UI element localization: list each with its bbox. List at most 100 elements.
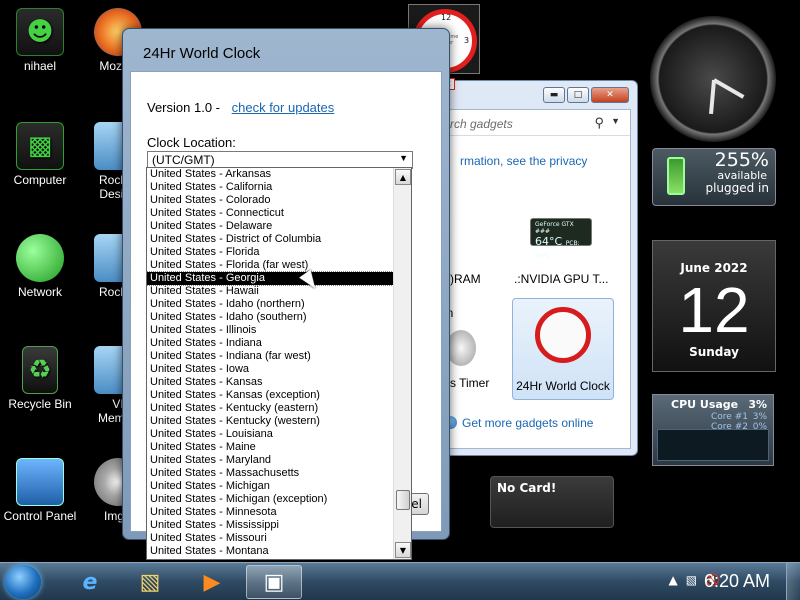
- gpu-temp: 64°C: [535, 235, 563, 248]
- gadget-label-world-clock: 24Hr World Clock: [516, 379, 610, 393]
- analog-clock-gadget[interactable]: [650, 16, 776, 142]
- search-placeholder: rch gadgets: [450, 117, 513, 131]
- chevron-down-icon[interactable]: ▼: [399, 153, 408, 163]
- battery-status-2: plugged in: [705, 181, 769, 195]
- desktop-icon-control-panel[interactable]: Control Panel: [0, 458, 80, 523]
- calendar-month: June 2022: [680, 261, 748, 275]
- dropdown-option[interactable]: United States - Indiana: [147, 337, 411, 350]
- close-button[interactable]: ✕: [591, 87, 629, 103]
- show-desktop-button[interactable]: [786, 563, 800, 600]
- core1-value: 3%: [752, 412, 767, 422]
- location-dropdown-list[interactable]: United States - Arkansas United States - …: [146, 167, 412, 560]
- dropdown-option[interactable]: United States - Michigan: [147, 480, 411, 493]
- dropdown-option[interactable]: United States - District of Columbia: [147, 233, 411, 246]
- gadget-label-ram[interactable]: r)RAM: [446, 272, 481, 286]
- scroll-down-button[interactable]: ▼: [395, 542, 411, 558]
- cpu-usage-gadget[interactable]: CPU Usage 3% Core #1 3% Core #2 0%: [652, 394, 774, 466]
- show-hidden-icons-icon[interactable]: ▲: [668, 573, 677, 587]
- clock-icon: [535, 307, 591, 363]
- privacy-link[interactable]: rmation, see the privacy: [460, 154, 587, 168]
- dropdown-option[interactable]: United States - California: [147, 181, 411, 194]
- user-folder-icon: ☻: [16, 8, 64, 56]
- dropdown-option[interactable]: United States - Iowa: [147, 363, 411, 376]
- gadget-card-24hr-world-clock[interactable]: 24Hr World Clock: [512, 298, 614, 400]
- recycle-bin-icon: ♻: [22, 346, 58, 394]
- network-tray-icon[interactable]: ▧: [686, 573, 697, 587]
- dropdown-items: United States - Arkansas United States - …: [147, 168, 411, 558]
- start-button[interactable]: [5, 565, 41, 599]
- dropdown-option[interactable]: United States - Indiana (far west): [147, 350, 411, 363]
- search-icon[interactable]: ⚲: [594, 115, 604, 131]
- gadgets-icon: ▣: [263, 569, 285, 595]
- dropdown-option[interactable]: United States - Kentucky (western): [147, 415, 411, 428]
- dropdown-option[interactable]: United States - Idaho (northern): [147, 298, 411, 311]
- dropdown-option[interactable]: United States - Arkansas: [147, 168, 411, 181]
- dropdown-option[interactable]: United States - Montana: [147, 545, 411, 558]
- dropdown-option[interactable]: United States - Minnesota: [147, 506, 411, 519]
- dropdown-option[interactable]: United States - Georgia: [147, 271, 411, 286]
- taskbar-explorer-button[interactable]: ▧: [122, 565, 178, 599]
- nvidia-gadget[interactable]: No Card!: [490, 476, 614, 528]
- clock-number: 12: [441, 13, 452, 22]
- dropdown-option[interactable]: United States - Louisiana: [147, 428, 411, 441]
- scroll-up-button[interactable]: ▲: [395, 169, 411, 185]
- dropdown-option[interactable]: United States - Illinois: [147, 324, 411, 337]
- dropdown-scrollbar[interactable]: ▲ ▼: [393, 168, 411, 559]
- battery-percent: 255%: [714, 149, 769, 171]
- dropdown-option[interactable]: United States - Hawaii: [147, 285, 411, 298]
- clock-number: 3: [464, 36, 470, 45]
- dropdown-option[interactable]: United States - Delaware: [147, 220, 411, 233]
- dropdown-option[interactable]: United States - Maryland: [147, 454, 411, 467]
- dropdown-option[interactable]: United States - Mississippi: [147, 519, 411, 532]
- dropdown-option[interactable]: United States - Florida: [147, 246, 411, 259]
- nvidia-status: No Card!: [497, 481, 557, 495]
- gadget-gallery-window[interactable]: ▬ □ ✕ rch gadgets ⚲ ▼ rmation, see the p…: [432, 80, 638, 456]
- battery-icon: [667, 157, 685, 195]
- taskbar-clock[interactable]: 6:20 AM: [704, 571, 770, 592]
- cpu-total: 3%: [748, 398, 767, 411]
- get-more-gadgets-link[interactable]: Get more gadgets online: [443, 416, 593, 430]
- taskbar-gadgets-button[interactable]: ▣: [246, 565, 302, 599]
- calendar-weekday: Sunday: [689, 345, 739, 359]
- select-value: (UTC/GMT): [152, 153, 215, 167]
- dropdown-option[interactable]: United States - Kansas (exception): [147, 389, 411, 402]
- search-gadgets-input[interactable]: rch gadgets ⚲ ▼: [440, 110, 630, 136]
- internet-explorer-icon: e: [82, 569, 98, 595]
- dropdown-option[interactable]: United States - Massachusetts: [147, 467, 411, 480]
- core1-label: Core #1: [711, 412, 748, 422]
- desktop-icon-network[interactable]: Network: [0, 234, 80, 299]
- calendar-gadget[interactable]: June 2022 12 Sunday: [652, 240, 776, 372]
- desktop-icon-label: Control Panel: [3, 509, 77, 523]
- taskbar-ie-button[interactable]: e: [62, 565, 118, 599]
- dropdown-option[interactable]: United States - Connecticut: [147, 207, 411, 220]
- version-text: Version 1.0 -: [147, 100, 220, 115]
- desktop-icon-computer[interactable]: ▩ Computer: [0, 122, 80, 187]
- scroll-thumb[interactable]: [396, 490, 410, 510]
- chevron-down-icon[interactable]: ▼: [611, 116, 620, 126]
- desktop-icon-recycle-bin[interactable]: ♻ Recycle Bin: [0, 346, 80, 411]
- check-for-updates-link[interactable]: check for updates: [232, 100, 335, 115]
- taskbar-media-player-button[interactable]: ▶: [184, 565, 240, 599]
- gadget-label-nvidia[interactable]: .:NVIDIA GPU T...: [514, 272, 608, 286]
- window-controls: ▬ □ ✕: [543, 87, 629, 103]
- dropdown-option[interactable]: United States - Idaho (southern): [147, 311, 411, 324]
- network-globe-icon: [16, 234, 64, 282]
- desktop-icon-label: Recycle Bin: [8, 397, 72, 411]
- minimize-button[interactable]: ▬: [543, 87, 565, 103]
- dropdown-option[interactable]: United States - Maine: [147, 441, 411, 454]
- nvidia-gpu-thumbnail[interactable]: GeForce GTX ### 64°C PCB: 58°C: [530, 218, 592, 260]
- desktop-icon-user[interactable]: ☻ nihael: [0, 8, 80, 73]
- dropdown-option[interactable]: United States - Florida (far west): [147, 259, 411, 272]
- dropdown-option[interactable]: United States - Michigan (exception): [147, 493, 411, 506]
- desktop-icon-label: nihael: [23, 59, 57, 73]
- dropdown-option[interactable]: United States - Kansas: [147, 376, 411, 389]
- dropdown-option[interactable]: United States - Kentucky (eastern): [147, 402, 411, 415]
- battery-gadget[interactable]: 255% available plugged in: [652, 148, 776, 206]
- taskbar: e ▧ ▶ ▣ ▲ ▧ 🔇 6:20 AM: [0, 562, 800, 600]
- maximize-button[interactable]: □: [567, 87, 589, 103]
- dropdown-option[interactable]: United States - Colorado: [147, 194, 411, 207]
- dropdown-option[interactable]: United States - Missouri: [147, 532, 411, 545]
- gallery-content: rch gadgets ⚲ ▼ rmation, see the privacy…: [439, 109, 631, 449]
- stopwatch-icon[interactable]: [446, 330, 476, 366]
- media-player-icon: ▶: [203, 569, 221, 595]
